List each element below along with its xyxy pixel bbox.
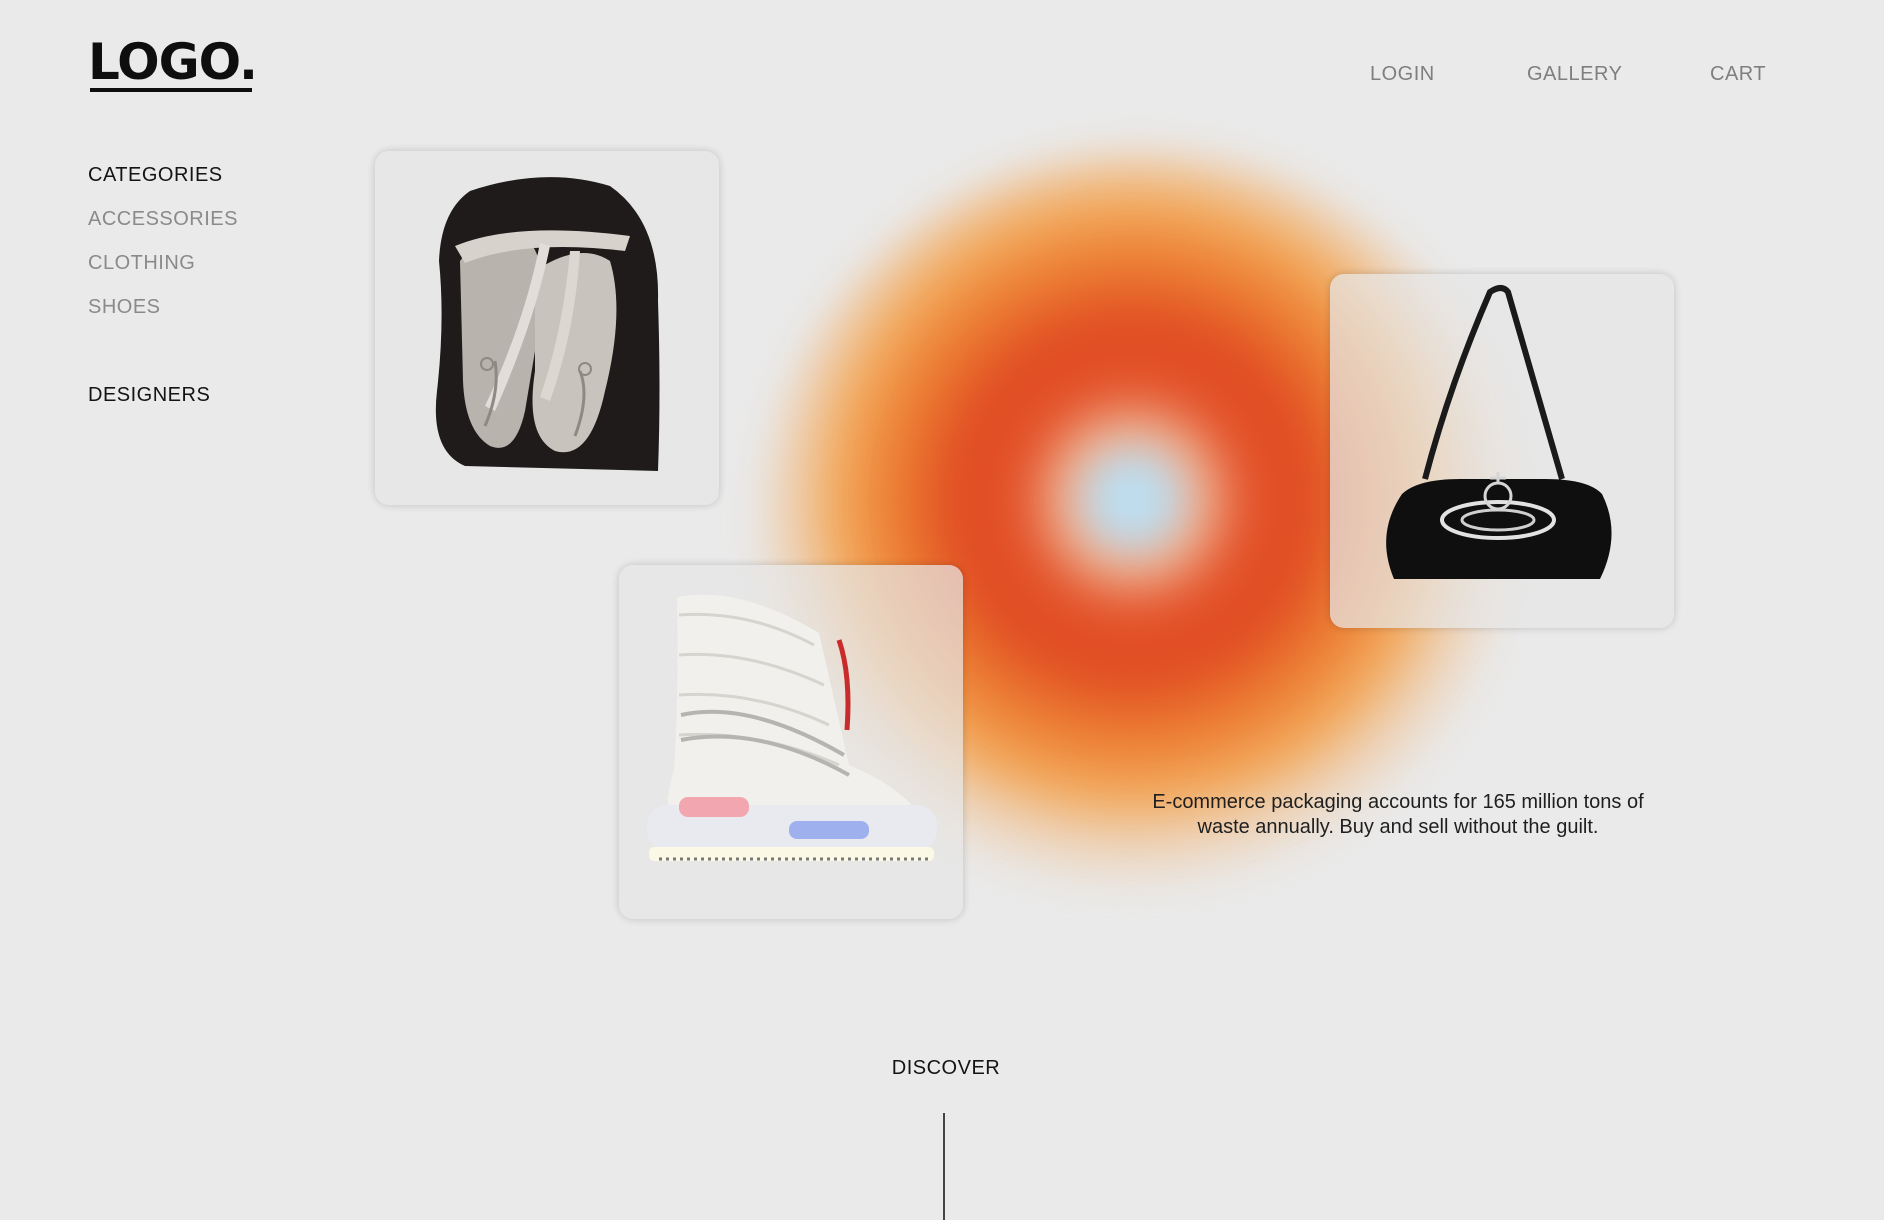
sidebar-item-shoes[interactable]: SHOES (88, 295, 238, 319)
nav-cart-link[interactable]: CART (1710, 63, 1766, 86)
tagline-line-2: waste annually. Buy and sell without the… (1197, 816, 1599, 838)
discover-scroll-line (943, 1113, 945, 1220)
sidebar-item-accessories[interactable]: ACCESSORIES (88, 207, 238, 231)
hero-tagline: E-commerce packaging accounts for 165 mi… (1098, 790, 1698, 840)
handbag-image (1386, 285, 1612, 579)
nav-gallery-link[interactable]: GALLERY (1527, 63, 1622, 86)
product-card-handbag[interactable] (1330, 274, 1674, 628)
designers-heading[interactable]: DESIGNERS (88, 383, 238, 407)
ballet-shoes-image (435, 177, 660, 471)
sidebar: CATEGORIES ACCESSORIES CLOTHING SHOES DE… (88, 163, 238, 407)
categories-heading[interactable]: CATEGORIES (88, 163, 238, 187)
tagline-line-1: E-commerce packaging accounts for 165 mi… (1152, 791, 1644, 813)
logo[interactable]: LOGO. (88, 32, 258, 92)
product-card-ballet-shoes[interactable] (375, 151, 719, 505)
logo-underline (90, 88, 252, 92)
sidebar-item-clothing[interactable]: CLOTHING (88, 251, 238, 275)
boot-image (647, 594, 937, 861)
product-card-boot[interactable] (619, 565, 963, 919)
nav-login-link[interactable]: LOGIN (1370, 63, 1435, 86)
discover-link[interactable]: DISCOVER (846, 1057, 1046, 1080)
